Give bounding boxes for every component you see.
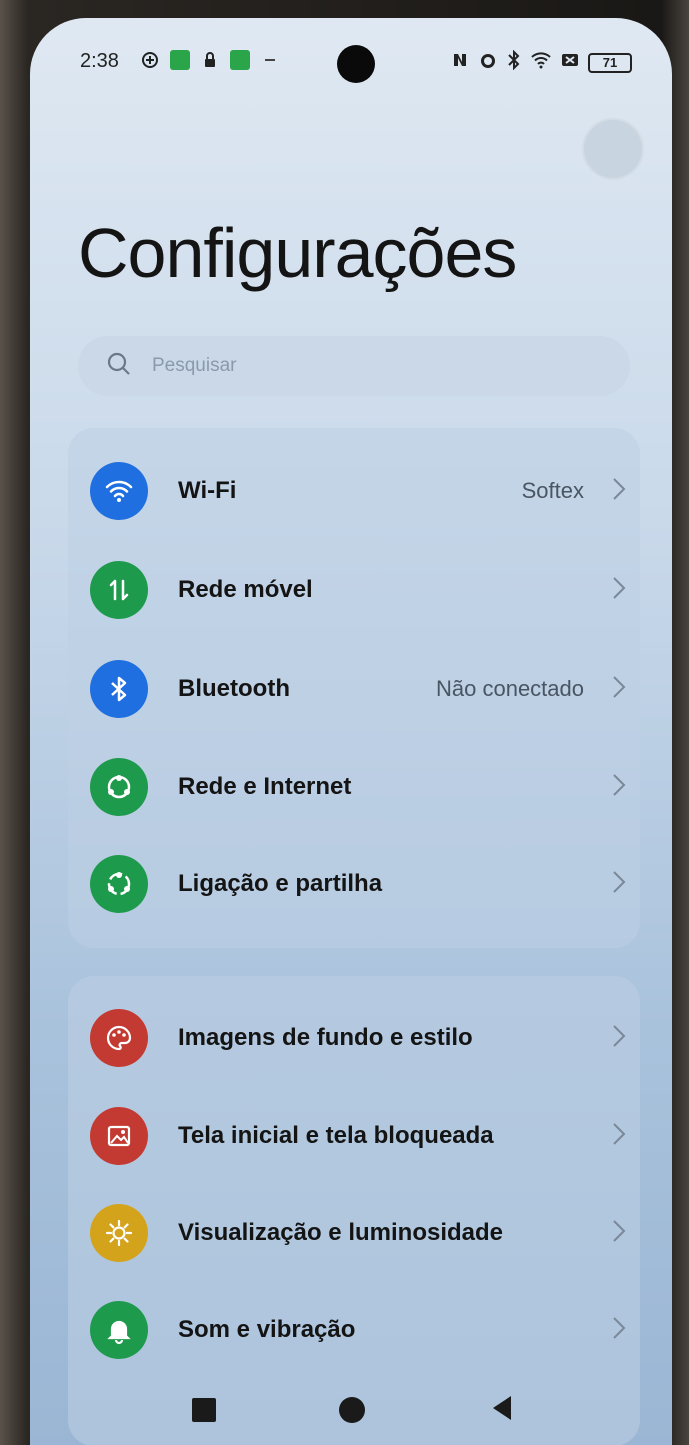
back-button[interactable]: [482, 1390, 522, 1430]
status-bar: 2:38 71: [30, 18, 672, 98]
settings-item-label: Rede móvel: [178, 576, 313, 603]
settings-item-label: Rede e Internet: [178, 773, 352, 800]
bluetooth-status-icon: [506, 49, 522, 75]
wifi-status-icon: [530, 50, 552, 75]
nfc-icon: [450, 50, 470, 75]
settings-item-label: Tela inicial e tela bloqueada: [178, 1122, 494, 1149]
settings-item-label: Bluetooth: [178, 675, 290, 702]
home-icon: [339, 1397, 365, 1423]
recents-button[interactable]: [184, 1390, 224, 1430]
image-icon: [90, 1107, 148, 1165]
settings-item-display-brightness[interactable]: Visualização e luminosidade: [90, 1188, 630, 1278]
settings-item-value: Não conectado: [436, 676, 584, 701]
vpn-icon: [140, 50, 160, 70]
camera-cutout: [337, 45, 375, 83]
mobile-data-icon: [90, 561, 148, 619]
settings-item-label: Visualização e luminosidade: [178, 1219, 504, 1246]
search-icon: [106, 351, 132, 382]
wifi-icon: [90, 462, 148, 520]
share-icon: [90, 855, 148, 913]
system-status-icons: 71: [450, 49, 632, 75]
chevron-right-icon: [612, 477, 630, 506]
app-notification-icon-2: [230, 50, 250, 70]
app-notification-icon: [170, 50, 190, 70]
network-icon: [90, 758, 148, 816]
settings-item-label: Wi-Fi: [178, 477, 237, 504]
chevron-right-icon: [612, 773, 630, 802]
palette-icon: [90, 1009, 148, 1067]
chevron-right-icon: [612, 870, 630, 899]
battery-indicator: 71: [588, 52, 632, 73]
home-button[interactable]: [332, 1390, 372, 1430]
brightness-icon: [90, 1204, 148, 1262]
sim-off-icon: [560, 50, 580, 75]
search-placeholder: Pesquisar: [152, 355, 237, 376]
chevron-right-icon: [612, 1219, 630, 1248]
chevron-right-icon: [612, 675, 630, 704]
chevron-right-icon: [612, 576, 630, 605]
settings-item-bluetooth[interactable]: Bluetooth Não conectado: [90, 644, 630, 734]
account-avatar[interactable]: [582, 118, 644, 180]
recents-icon: [192, 1398, 216, 1422]
settings-item-label: Imagens de fundo e estilo: [178, 1024, 473, 1051]
chevron-right-icon: [612, 1122, 630, 1151]
bell-icon: [90, 1301, 148, 1359]
more-notifications-icon: [260, 50, 280, 70]
search-bar[interactable]: Pesquisar: [78, 336, 630, 396]
settings-item-network-internet[interactable]: Rede e Internet: [90, 742, 630, 832]
settings-item-home-lock-screen[interactable]: Tela inicial e tela bloqueada: [90, 1091, 630, 1181]
settings-item-sound-vibration[interactable]: Som e vibração: [90, 1285, 630, 1375]
screen: 2:38 71 Configurações Pesquisar Wi-Fi So…: [30, 18, 672, 1445]
settings-item-mobile-network[interactable]: Rede móvel: [90, 545, 630, 635]
settings-item-label: Som e vibração: [178, 1316, 356, 1343]
settings-item-label: Ligação e partilha: [178, 870, 383, 897]
settings-item-connection-sharing[interactable]: Ligação e partilha: [90, 839, 630, 929]
settings-item-value: Softex: [521, 478, 584, 503]
back-icon: [489, 1394, 515, 1427]
chevron-right-icon: [612, 1024, 630, 1053]
status-time: 2:38: [80, 50, 119, 72]
bluetooth-icon: [90, 660, 148, 718]
page-title: Configurações: [78, 214, 517, 292]
lock-notification-icon: [200, 50, 220, 70]
settings-item-wifi[interactable]: Wi-Fi Softex: [90, 446, 630, 536]
notification-icons: [140, 50, 280, 70]
settings-item-wallpaper-style[interactable]: Imagens de fundo e estilo: [90, 993, 630, 1083]
chevron-right-icon: [612, 1316, 630, 1345]
alarm-icon: [478, 50, 498, 75]
